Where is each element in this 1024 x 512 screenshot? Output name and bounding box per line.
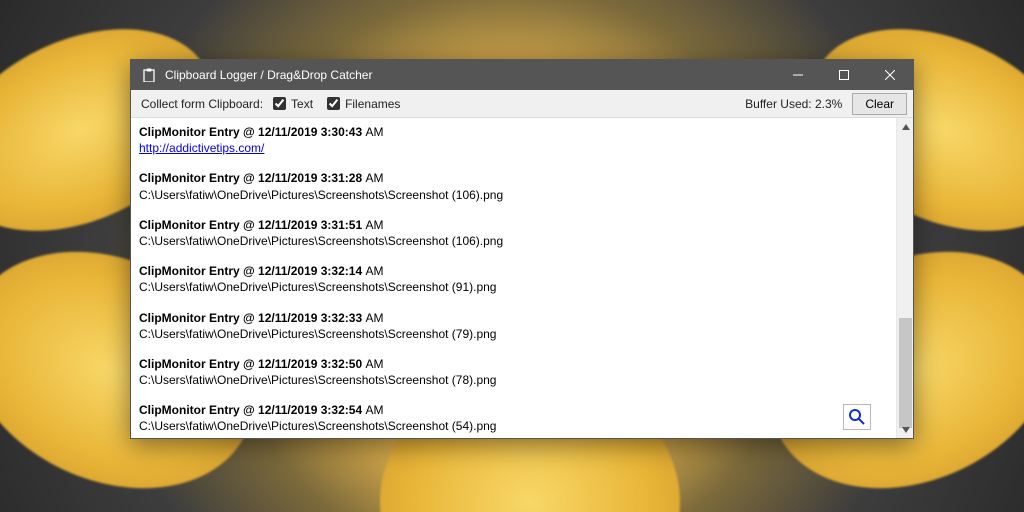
- search-button[interactable]: [843, 404, 871, 430]
- buffer-used-label: Buffer Used: 2.3%: [745, 97, 842, 111]
- log-entry: ClipMonitor Entry @ 12/11/2019 3:30:43 A…: [139, 124, 888, 156]
- entry-body: C:\Users\fatiw\OneDrive\Pictures\Screens…: [139, 326, 888, 342]
- entry-body: C:\Users\fatiw\OneDrive\Pictures\Screens…: [139, 233, 888, 249]
- entry-body: C:\Users\fatiw\OneDrive\Pictures\Screens…: [139, 279, 888, 295]
- entry-header: ClipMonitor Entry @ 12/11/2019 3:31:51 A…: [139, 217, 888, 233]
- checkbox-filenames[interactable]: Filenames: [327, 97, 400, 111]
- clear-button[interactable]: Clear: [852, 93, 907, 115]
- maximize-button[interactable]: [821, 60, 867, 90]
- checkbox-text-input[interactable]: [273, 97, 286, 110]
- checkbox-filenames-input[interactable]: [327, 97, 340, 110]
- entry-header: ClipMonitor Entry @ 12/11/2019 3:30:43 A…: [139, 124, 888, 140]
- log-entry: ClipMonitor Entry @ 12/11/2019 3:32:50 A…: [139, 356, 888, 388]
- log-entry: ClipMonitor Entry @ 12/11/2019 3:32:54 A…: [139, 402, 888, 434]
- titlebar[interactable]: Clipboard Logger / Drag&Drop Catcher: [131, 60, 913, 90]
- entry-header: ClipMonitor Entry @ 12/11/2019 3:32:14 A…: [139, 263, 888, 279]
- minimize-button[interactable]: [775, 60, 821, 90]
- content-area: ClipMonitor Entry @ 12/11/2019 3:30:43 A…: [131, 118, 913, 438]
- entry-body: C:\Users\fatiw\OneDrive\Pictures\Screens…: [139, 372, 888, 388]
- entry-header: ClipMonitor Entry @ 12/11/2019 3:31:28 A…: [139, 170, 888, 186]
- search-icon: [848, 408, 866, 426]
- vertical-scrollbar[interactable]: [896, 118, 913, 438]
- scrollbar-thumb[interactable]: [899, 318, 912, 428]
- log-entry: ClipMonitor Entry @ 12/11/2019 3:31:28 A…: [139, 170, 888, 202]
- log-entry: ClipMonitor Entry @ 12/11/2019 3:32:33 A…: [139, 310, 888, 342]
- checkbox-filenames-label: Filenames: [345, 97, 400, 111]
- maximize-icon: [839, 70, 849, 80]
- entry-body: C:\Users\fatiw\OneDrive\Pictures\Screens…: [139, 187, 888, 203]
- close-icon: [885, 70, 895, 80]
- app-window: Clipboard Logger / Drag&Drop Catcher Col…: [130, 59, 914, 439]
- collect-label: Collect form Clipboard:: [141, 97, 263, 111]
- entry-header: ClipMonitor Entry @ 12/11/2019 3:32:54 A…: [139, 402, 888, 418]
- checkbox-text[interactable]: Text: [273, 97, 313, 111]
- close-button[interactable]: [867, 60, 913, 90]
- log-content[interactable]: ClipMonitor Entry @ 12/11/2019 3:30:43 A…: [131, 118, 896, 438]
- entry-header: ClipMonitor Entry @ 12/11/2019 3:32:33 A…: [139, 310, 888, 326]
- toolbar: Collect form Clipboard: Text Filenames B…: [131, 90, 913, 118]
- log-entry: ClipMonitor Entry @ 12/11/2019 3:31:51 A…: [139, 217, 888, 249]
- minimize-icon: [793, 70, 803, 80]
- log-entry: ClipMonitor Entry @ 12/11/2019 3:32:14 A…: [139, 263, 888, 295]
- desktop-background: Clipboard Logger / Drag&Drop Catcher Col…: [0, 0, 1024, 512]
- checkbox-text-label: Text: [291, 97, 313, 111]
- scroll-down-arrow-icon[interactable]: [897, 421, 914, 438]
- scroll-up-arrow-icon[interactable]: [897, 118, 914, 135]
- entry-link[interactable]: http://addictivetips.com/: [139, 141, 264, 155]
- clipboard-icon: [141, 67, 157, 83]
- entry-body: C:\Users\fatiw\OneDrive\Pictures\Screens…: [139, 418, 888, 434]
- window-title: Clipboard Logger / Drag&Drop Catcher: [165, 68, 775, 82]
- entry-header: ClipMonitor Entry @ 12/11/2019 3:32:50 A…: [139, 356, 888, 372]
